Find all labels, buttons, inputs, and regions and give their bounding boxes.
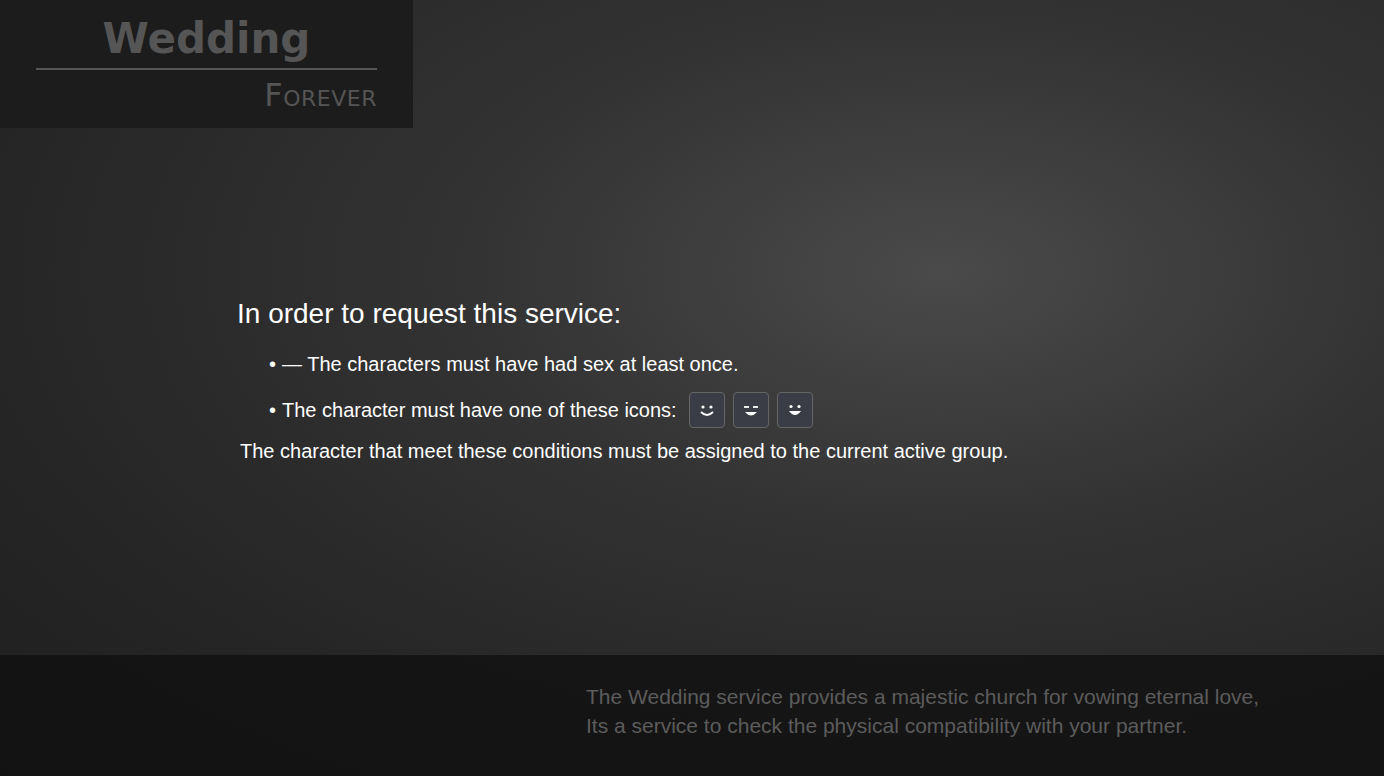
bullet: • [269,353,276,376]
requirement-row: • — The characters must have had sex at l… [237,344,1384,384]
requirement-text: The character must have one of these ico… [282,399,677,422]
requirements-panel: In order to request this service: • — The … [0,128,1384,463]
requirements-heading: In order to request this service: [237,296,1384,332]
smirk-face-icon [733,392,769,428]
subtitle: FOREVER [36,70,377,114]
description-panel: The Wedding service provides a majestic … [0,655,1384,776]
requirement-row: • The character must have one of these ic… [237,390,1384,430]
grin-face-icon [777,392,813,428]
smile-face-icon [689,392,725,428]
description-line: The Wedding service provides a majestic … [586,683,1374,712]
requirements-note: The character that meet these conditions… [240,440,1384,463]
description-line: Its a service to check the physical comp… [586,712,1374,741]
requirement-text: — The characters must have had sex at le… [282,353,739,376]
title-panel: WeddingFOREVER [0,0,413,128]
title: Wedding [36,14,377,70]
bullet: • [269,399,276,422]
icon-list [689,392,813,428]
